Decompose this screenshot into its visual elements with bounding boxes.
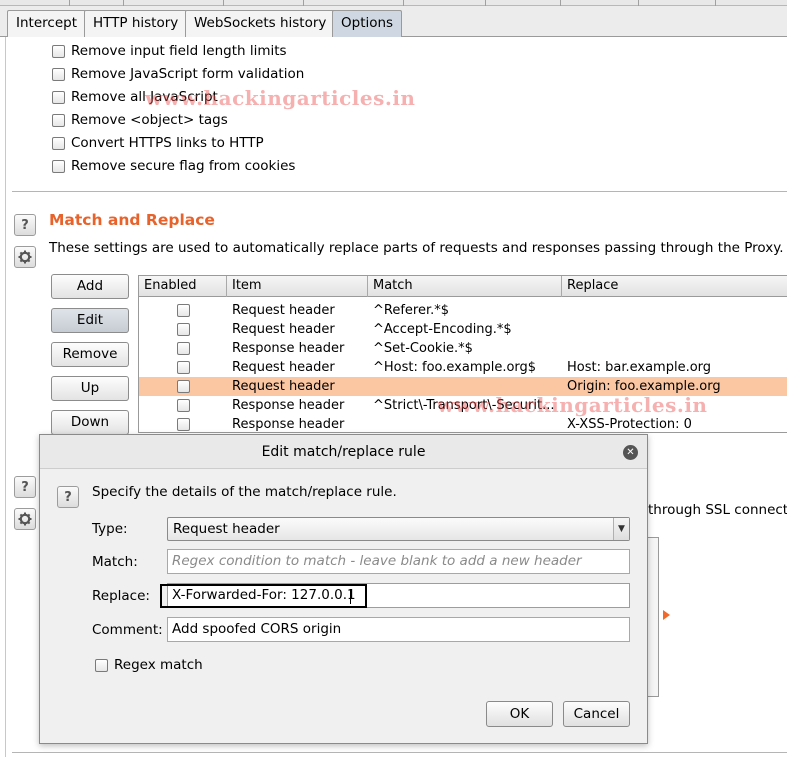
expand-arrow-icon[interactable] (663, 610, 670, 620)
section-divider (12, 191, 787, 192)
dialog-title: Edit match/replace rule (40, 435, 647, 469)
enabled-checkbox[interactable] (177, 418, 190, 431)
table-row[interactable]: Response header ^Set-Cookie.*$ (139, 339, 787, 358)
checkbox[interactable] (52, 67, 65, 81)
column-replace[interactable]: Replace (562, 276, 787, 297)
gear-icon[interactable] (14, 246, 36, 268)
table-row[interactable]: Response header ^Strict\-Transport\-Secu… (139, 396, 787, 415)
chevron-down-icon[interactable]: ▼ (613, 518, 629, 540)
edit-rule-dialog: Edit match/replace rule ✕ ? Specify the … (39, 434, 648, 744)
column-enabled[interactable]: Enabled (139, 276, 227, 297)
table-row[interactable]: Request header ^Referer.*$ (139, 301, 787, 320)
enabled-checkbox[interactable] (177, 399, 190, 412)
background-description: through SSL connectio (648, 502, 787, 518)
replace-label: Replace: (92, 588, 150, 604)
comment-label: Comment: (92, 622, 163, 638)
checkbox[interactable] (52, 159, 65, 173)
close-icon[interactable]: ✕ (623, 445, 638, 460)
cancel-button[interactable]: Cancel (563, 701, 630, 727)
match-replace-table[interactable]: Enabled Item Match Replace Request heade… (138, 275, 787, 433)
section-description: These settings are used to automatically… (49, 240, 784, 256)
option-convert-https[interactable]: Convert HTTPS links to HTTP (52, 133, 264, 153)
option-remove-all-js[interactable]: Remove all JavaScript (52, 87, 218, 107)
enabled-checkbox[interactable] (177, 304, 190, 317)
match-label: Match: (92, 554, 138, 570)
tab-intercept[interactable]: Intercept (7, 10, 86, 37)
option-remove-field-limits[interactable]: Remove input field length limits (52, 41, 287, 61)
dialog-instruction: Specify the details of the match/replace… (92, 484, 397, 500)
down-button[interactable]: Down (51, 410, 129, 435)
checkbox[interactable] (52, 44, 65, 58)
table-row[interactable]: Request header ^Host: foo.example.org$ H… (139, 358, 787, 377)
regex-checkbox[interactable] (95, 658, 108, 672)
option-remove-object-tags[interactable]: Remove <object> tags (52, 110, 228, 130)
replace-input[interactable]: X-Forwarded-For: 127.0.0.1 (167, 583, 630, 608)
checkbox[interactable] (52, 90, 65, 104)
enabled-checkbox[interactable] (177, 380, 190, 393)
table-header: Enabled Item Match Replace (139, 276, 787, 297)
enabled-checkbox[interactable] (177, 361, 190, 374)
proxy-tab-bar: Intercept HTTP history WebSockets histor… (0, 6, 787, 37)
checkbox[interactable] (52, 113, 65, 127)
help-icon[interactable]: ? (14, 476, 36, 498)
text-caret (350, 589, 351, 604)
table-row-selected[interactable]: Request header Origin: foo.example.org (139, 377, 787, 396)
table-row[interactable]: Request header ^Accept-Encoding.*$ (139, 320, 787, 339)
comment-input[interactable]: Add spoofed CORS origin (167, 617, 630, 642)
help-icon[interactable]: ? (14, 214, 36, 236)
regex-match-option[interactable]: Regex match (95, 656, 203, 674)
edit-button[interactable]: Edit (51, 308, 129, 333)
tab-http-history[interactable]: HTTP history (84, 10, 188, 37)
gear-icon[interactable] (14, 508, 36, 530)
add-button[interactable]: Add (51, 274, 129, 299)
remove-button[interactable]: Remove (51, 342, 129, 367)
option-remove-js-validation[interactable]: Remove JavaScript form validation (52, 64, 304, 84)
help-icon[interactable]: ? (57, 486, 79, 508)
column-item[interactable]: Item (227, 276, 368, 297)
ok-button[interactable]: OK (486, 701, 553, 727)
enabled-checkbox[interactable] (177, 323, 190, 336)
tab-options[interactable]: Options (332, 10, 403, 37)
table-row[interactable]: Response header X-XSS-Protection: 0 (139, 415, 787, 432)
type-select[interactable]: Request header ▼ (167, 517, 630, 541)
type-label: Type: (92, 521, 128, 537)
background-panel-edge (648, 537, 659, 697)
bottom-divider (12, 752, 787, 753)
enabled-checkbox[interactable] (177, 342, 190, 355)
left-border (5, 37, 6, 757)
tab-websockets-history[interactable]: WebSockets history (185, 10, 336, 37)
up-button[interactable]: Up (51, 376, 129, 401)
column-match[interactable]: Match (368, 276, 562, 297)
option-remove-secure-flag[interactable]: Remove secure flag from cookies (52, 156, 295, 176)
checkbox[interactable] (52, 136, 65, 150)
match-input[interactable]: Regex condition to match - leave blank t… (167, 549, 630, 574)
section-title: Match and Replace (49, 211, 215, 229)
